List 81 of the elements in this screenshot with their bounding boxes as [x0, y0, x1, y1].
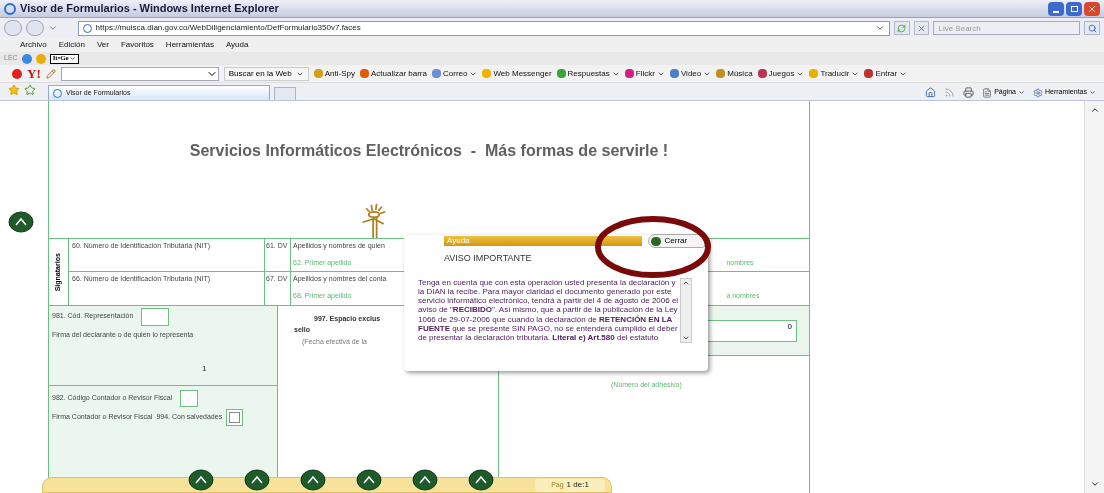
- menu-item[interactable]: Favoritos: [120, 39, 154, 51]
- address-field[interactable]: https://muisca.dian.gov.co/WebDiligenciamiento/DefFormulario350v7.faces: [77, 20, 890, 36]
- app-icon: [432, 69, 441, 78]
- print-icon[interactable]: [963, 87, 975, 98]
- toolbar-button[interactable]: Juegos: [757, 67, 805, 80]
- app-icon: [624, 69, 634, 78]
- app-icon: [482, 69, 492, 78]
- app-icon: [669, 69, 679, 78]
- close-icon: [917, 23, 927, 33]
- search-button[interactable]: [1084, 21, 1100, 35]
- dialog-title: AVISO IMPORTANTE: [444, 252, 533, 265]
- menu-item[interactable]: Ver: [96, 39, 109, 51]
- app-icon: [359, 69, 369, 78]
- toolbar-icon[interactable]: [244, 469, 270, 491]
- close-icon: [1087, 3, 1097, 14]
- pencil-icon[interactable]: [45, 68, 56, 79]
- forward-button[interactable]: [25, 20, 44, 36]
- maximize-button[interactable]: [1066, 1, 1082, 16]
- app-icon: [757, 69, 767, 78]
- yahoo-logo[interactable]: Y!: [27, 67, 41, 80]
- menu-item[interactable]: Edición: [58, 39, 85, 51]
- toolbar-button[interactable]: Anti-Spy: [313, 67, 355, 80]
- search-field[interactable]: Live Search: [933, 21, 1081, 35]
- back-button[interactable]: [4, 20, 22, 36]
- page-icon: [982, 87, 993, 98]
- menu-item[interactable]: Ayuda: [225, 39, 249, 51]
- menu-item[interactable]: Archivo: [20, 39, 47, 51]
- stop-button[interactable]: [913, 21, 930, 35]
- app-icon: [556, 69, 566, 78]
- toolbar-button[interactable]: Correo: [432, 67, 478, 80]
- caret-icon: [1089, 89, 1096, 96]
- field-value: 1: [202, 362, 207, 375]
- window-title: Visor de Formularios - Windows Internet Explorer: [20, 1, 279, 17]
- toolbar-icon[interactable]: [468, 469, 494, 491]
- minimize-button[interactable]: [1048, 1, 1064, 16]
- caret-icon: [874, 23, 885, 33]
- code-input[interactable]: [180, 390, 199, 407]
- favorites-star-icon[interactable]: [8, 84, 20, 96]
- menu-item[interactable]: Herramientas: [165, 39, 214, 51]
- app-icon: [313, 69, 323, 78]
- close-dialog-button[interactable]: Cerrar: [647, 234, 708, 248]
- settings-icon: [1033, 87, 1043, 98]
- home-icon[interactable]: [925, 87, 937, 98]
- add-favorite-icon[interactable]: [24, 84, 36, 96]
- scrollbar[interactable]: [680, 277, 692, 343]
- toolbar-button[interactable]: Web Messenger: [482, 67, 552, 80]
- search-icon: [1087, 23, 1097, 33]
- caret-icon: [1018, 89, 1025, 96]
- app-icon: [864, 69, 874, 78]
- toolbar-button[interactable]: Respuestas: [556, 67, 620, 80]
- notice-text: Tenga en cuenta que con esta operación usted presenta la declaración y la DIAN la recibe. Para mayor claridad el documento generado por este servicio informático electrónico, tendrá a partir del 4 de agosto de 2006 el aviso de "RECIBIDO". Así mismo, que a partir de la publicación de la Ley 1066 de 29-07-2006 que cuando la declaración de RETENCIÓN EN LA FUENTE que se presente SIN PAGO, no se entenderá cumplido el deber de presentar la declaración tributaria. Literal e) Art.580 del estatuto: [418, 277, 680, 343]
- web-search-button[interactable]: Buscar en la Web: [223, 66, 309, 81]
- toolbar-button[interactable]: Entrar: [864, 67, 908, 80]
- toolbar-icon[interactable]: [188, 469, 214, 491]
- toolbar-icon[interactable]: [356, 469, 382, 491]
- page-scrollbar[interactable]: [1084, 101, 1104, 493]
- app-icon: [716, 69, 726, 78]
- app-icon: [809, 69, 819, 78]
- browser-icon: [4, 2, 16, 15]
- feeds-icon[interactable]: [944, 87, 956, 98]
- dialog-header: Ayuda: [444, 236, 642, 246]
- toolbar-button[interactable]: Flickr: [624, 67, 665, 80]
- toolbar-icon[interactable]: [300, 469, 326, 491]
- reservations-checkbox[interactable]: [226, 409, 244, 426]
- toolbar-search-field[interactable]: [60, 66, 219, 81]
- caret-icon: [68, 55, 76, 62]
- refresh-button[interactable]: [893, 21, 910, 35]
- code-input[interactable]: [141, 308, 170, 326]
- banner-title: Servicios Informáticos Electrónicos - Más formas de servirle !: [189, 141, 669, 161]
- caret-up-icon: [1089, 105, 1100, 115]
- caret-icon: [1089, 479, 1100, 489]
- toolbar-button[interactable]: Actualizar barra: [359, 67, 427, 80]
- toolbar-button[interactable]: Traducir: [809, 67, 860, 80]
- minimize-icon: [1053, 10, 1059, 13]
- toolbar-button[interactable]: Música: [716, 67, 753, 80]
- close-button[interactable]: [1084, 1, 1100, 16]
- caret-icon: [47, 23, 58, 33]
- toolbar-button[interactable]: Video: [669, 67, 712, 80]
- refresh-icon: [897, 23, 907, 33]
- maximize-icon: [1070, 5, 1078, 12]
- toolbar-icon[interactable]: [412, 469, 438, 491]
